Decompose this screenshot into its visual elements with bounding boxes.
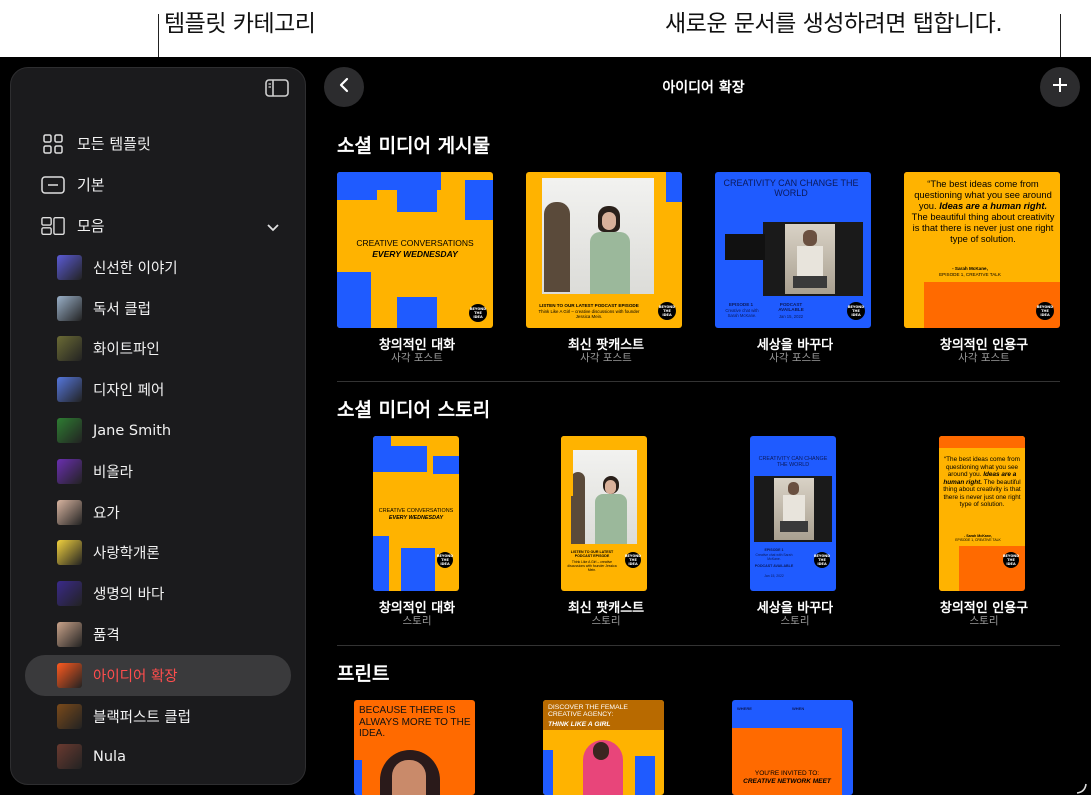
collection-thumbnail-icon bbox=[57, 499, 82, 525]
template-thumbnail: “The best ideas come from questioning wh… bbox=[904, 172, 1060, 328]
template-card[interactable]: CREATIVITY CAN CHANGE THE WORLD EPISODE … bbox=[715, 436, 875, 627]
template-card[interactable]: CREATIVE CONVERSATIONS EVERY WEDNESDAY B… bbox=[337, 172, 497, 364]
template-thumbnail-print-3[interactable]: WHERE WHEN YOU'RE INVITED TO: CREATIVE N… bbox=[732, 700, 853, 795]
app-screen: 모든 템플릿 기본 모음 신선한 이야기독서 클럽화이트파인디자인 페어 Jane… bbox=[0, 57, 1091, 795]
template-subtitle: 사각 포스트 bbox=[391, 352, 443, 364]
new-document-button[interactable] bbox=[1040, 67, 1080, 107]
sidebar-item-collections[interactable]: 모음 bbox=[11, 205, 305, 246]
collection-icon bbox=[41, 216, 65, 236]
sidebar-collection-item[interactable]: 신선한 이야기 bbox=[11, 247, 305, 288]
template-card[interactable]: CREATIVITY CAN CHANGE THE WORLD EPISODE … bbox=[715, 172, 875, 364]
collection-list: 신선한 이야기독서 클럽화이트파인디자인 페어 Jane Smith 비올라요가사랑… bbox=[11, 247, 305, 784]
template-thumbnail: CREATIVITY CAN CHANGE THE WORLD EPISODE … bbox=[750, 436, 836, 591]
section-divider bbox=[337, 381, 1060, 382]
template-subtitle: 사각 포스트 bbox=[580, 352, 632, 364]
template-thumbnail-print-1[interactable]: BECAUSE THERE IS ALWAYS MORE TO THE IDEA… bbox=[354, 700, 475, 795]
sidebar: 모든 템플릿 기본 모음 신선한 이야기독서 클럽화이트파인디자인 페어 Jane… bbox=[10, 67, 306, 785]
resize-handle-icon[interactable] bbox=[1075, 779, 1087, 794]
chevron-down-icon[interactable] bbox=[267, 219, 279, 232]
template-thumbnail: “The best ideas come from questioning wh… bbox=[939, 436, 1025, 591]
sidebar-collection-item[interactable]: 요가 bbox=[11, 492, 305, 533]
main-content: 아이디어 확장 소셜 미디어 게시물 CREATIVE CONVERSATION… bbox=[316, 57, 1091, 795]
sidebar-collection-item[interactable]: Jane Smith bbox=[11, 410, 305, 451]
sidebar-item-label: 모든 템플릿 bbox=[77, 135, 151, 153]
sidebar-collection-item[interactable]: Nula bbox=[11, 737, 305, 778]
template-subtitle: 사각 포스트 bbox=[958, 352, 1010, 364]
collection-label: 생명의 바다 bbox=[93, 587, 165, 604]
section-title-social-stories: 소셜 미디어 스토리 bbox=[337, 399, 491, 421]
template-card[interactable]: “The best ideas come from questioning wh… bbox=[904, 436, 1064, 627]
doc-basic-icon bbox=[41, 175, 65, 195]
collection-label: 독서 클럽 bbox=[93, 301, 151, 318]
sidebar-collection-item[interactable]: 독서 클럽 bbox=[11, 288, 305, 329]
collection-thumbnail-icon bbox=[57, 622, 82, 648]
sidebar-toggle-icon[interactable] bbox=[265, 79, 289, 97]
sidebar-collection-item[interactable]: 사랑학개론 bbox=[11, 533, 305, 574]
sidebar-collection-item[interactable]: 블랙퍼스트 클럽 bbox=[11, 696, 305, 737]
sidebar-collection-item[interactable]: 비올라 bbox=[11, 451, 305, 492]
template-thumbnail: CREATIVITY CAN CHANGE THE WORLD EPISODE … bbox=[715, 172, 871, 328]
collection-thumbnail-icon bbox=[57, 254, 82, 280]
collection-thumbnail-icon bbox=[57, 377, 82, 403]
callout-bar: 템플릿 카테고리 새로운 문서를 생성하려면 탭합니다. bbox=[0, 0, 1091, 66]
collection-thumbnail-icon bbox=[57, 744, 82, 770]
sidebar-item-basic[interactable]: 기본 bbox=[11, 164, 305, 205]
collection-label: 아이디어 확장 bbox=[93, 668, 178, 685]
collection-label: 요가 bbox=[93, 505, 120, 522]
template-card[interactable]: LISTEN TO OUR LATEST PODCAST EPISODE Thi… bbox=[526, 172, 686, 364]
collection-thumbnail-icon bbox=[57, 418, 82, 444]
template-card[interactable]: LISTEN TO OUR LATEST PODCAST EPISODE Thi… bbox=[526, 436, 686, 627]
collection-thumbnail-icon bbox=[57, 336, 82, 362]
template-thumbnail: LISTEN TO OUR LATEST PODCAST EPISODE Thi… bbox=[526, 172, 682, 328]
sidebar-collection-item[interactable]: 서명한 시간 지원 bbox=[11, 777, 305, 784]
template-subtitle: 스토리 bbox=[969, 615, 999, 627]
template-card[interactable]: “The best ideas come from questioning wh… bbox=[904, 172, 1064, 364]
template-thumbnail-print-2[interactable]: DISCOVER THE FEMALE CREATIVE AGENCY: THI… bbox=[543, 700, 664, 795]
template-thumbnail: CREATIVE CONVERSATIONS EVERY WEDNESDAY B… bbox=[373, 436, 459, 591]
grid-icon bbox=[41, 133, 65, 154]
sidebar-collection-item[interactable]: 아이디어 확장 bbox=[25, 654, 291, 696]
collection-label: 사랑학개론 bbox=[93, 546, 160, 563]
template-subtitle: 스토리 bbox=[780, 615, 810, 627]
sidebar-nav: 모든 템플릿 기본 모음 bbox=[11, 123, 305, 246]
sidebar-collection-item[interactable]: 디자인 페어 bbox=[11, 369, 305, 410]
template-thumbnail: LISTEN TO OUR LATEST PODCAST EPISODE Thi… bbox=[561, 436, 647, 591]
collection-label: 품격 bbox=[93, 628, 120, 645]
collection-label: 블랙퍼스트 클럽 bbox=[93, 709, 191, 726]
collection-label: 비올라 bbox=[93, 464, 134, 481]
template-subtitle: 스토리 bbox=[402, 615, 432, 627]
section-title-social-posts: 소셜 미디어 게시물 bbox=[337, 135, 491, 157]
collection-thumbnail-icon bbox=[57, 703, 82, 729]
sidebar-collection-item[interactable]: 화이트파인 bbox=[11, 329, 305, 370]
collection-thumbnail-icon bbox=[57, 581, 82, 607]
section-divider bbox=[337, 645, 1060, 646]
template-subtitle: 스토리 bbox=[591, 615, 621, 627]
section-title-print: 프린트 bbox=[337, 663, 390, 685]
page-title: 아이디어 확장 bbox=[662, 80, 745, 96]
collection-thumbnail-icon bbox=[57, 540, 82, 566]
collection-thumbnail-icon bbox=[57, 662, 82, 688]
sidebar-item-label: 기본 bbox=[77, 176, 105, 194]
collection-thumbnail-icon bbox=[57, 295, 82, 321]
callout-template-categories: 템플릿 카테고리 bbox=[164, 11, 316, 37]
plus-icon bbox=[1051, 76, 1069, 98]
sidebar-collection-item[interactable]: 생명의 바다 bbox=[11, 573, 305, 614]
collection-label: 디자인 페어 bbox=[93, 383, 165, 400]
sidebar-item-label: 모음 bbox=[77, 217, 105, 235]
collection-label: Nula bbox=[93, 748, 126, 765]
template-card[interactable]: CREATIVE CONVERSATIONS EVERY WEDNESDAY B… bbox=[337, 436, 497, 627]
callout-create-new: 새로운 문서를 생성하려면 탭합니다. bbox=[665, 11, 1003, 37]
sidebar-item-all-templates[interactable]: 모든 템플릿 bbox=[11, 123, 305, 164]
template-subtitle: 사각 포스트 bbox=[769, 352, 821, 364]
sidebar-collection-item[interactable]: 품격 bbox=[11, 614, 305, 655]
collection-label: 화이트파인 bbox=[93, 342, 160, 359]
collection-thumbnail-icon bbox=[57, 458, 82, 484]
collection-label: 신선한 이야기 bbox=[93, 260, 178, 277]
template-thumbnail: CREATIVE CONVERSATIONS EVERY WEDNESDAY B… bbox=[337, 172, 493, 328]
collection-label: Jane Smith bbox=[93, 422, 172, 439]
